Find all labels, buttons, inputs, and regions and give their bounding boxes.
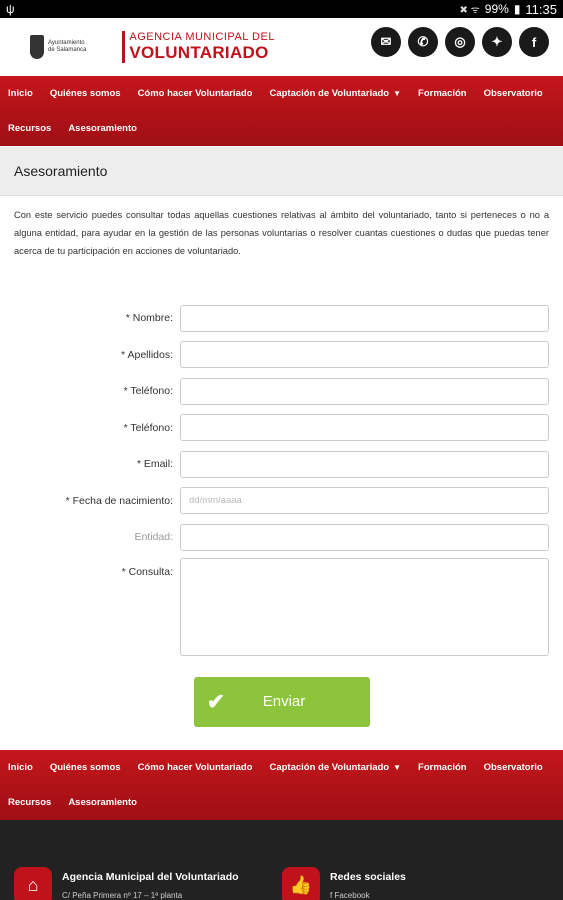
battery-icon: ▮ [513,2,521,16]
nav-formacion[interactable]: Formación [418,88,467,99]
nav-recursos[interactable]: Recursos [8,123,51,134]
footer-nav-como-hacer-voluntariado[interactable]: Cómo hacer Voluntariado [138,762,253,773]
email-label: * Email: [136,458,173,471]
footer-social-block: 👍 Redes sociales f Facebook [282,866,406,900]
status-icons: ✖ ᯤ [459,5,480,16]
usb-icon: ψ [6,2,15,16]
battery-level: 99% [484,2,509,16]
site-header: Ayuntamiento de Salamanca Agencia Munici… [0,18,563,76]
ayto-line1: Ayuntamiento [48,40,85,46]
nav-inicio[interactable]: Inicio [8,88,33,99]
nombre-input[interactable] [180,304,549,332]
nav-captacion-label: Captación de Voluntariado [269,88,390,99]
whatsapp-icon[interactable]: ◎ [445,27,475,57]
status-bar: ψ ✖ ᯤ 99% ▮ 11:35 [0,0,563,18]
footer-nav-recursos[interactable]: Recursos [8,797,51,808]
consulta-textarea[interactable] [180,557,549,656]
footer-nav-observatorio[interactable]: Observatorio [484,762,543,773]
footer-social-title: Redes sociales [330,870,406,883]
apellidos-input[interactable] [180,341,549,369]
fecha-nacimiento-label: * Fecha de nacimiento: [65,494,173,507]
footer-nav-inicio[interactable]: Inicio [8,762,33,773]
ayto-line2: de Salamanca [48,47,87,53]
nav-quienes-somos[interactable]: Quiénes somos [50,88,121,99]
facebook-icon[interactable]: f [519,27,549,57]
contact-form: * Nombre: * Apellidos: * Teléfono: * Tel… [0,300,563,727]
entidad-label: Entidad: [134,531,173,544]
agency-logo-top: Agencia Municipal del [129,31,275,43]
telefono2-label: * Teléfono: [123,421,173,434]
footer-nav-formacion[interactable]: Formación [418,762,467,773]
page-title: Asesoramiento [14,163,108,179]
shield-icon [30,35,44,59]
intro-text: Con este servicio puedes consultar todas… [14,210,549,256]
nav-asesoramiento[interactable]: Asesoramiento [68,123,137,134]
twitter-icon[interactable]: ✦ [482,27,512,57]
ayuntamiento-logo[interactable]: Ayuntamiento de Salamanca [30,35,86,59]
main-nav: Inicio Quiénes somos Cómo hacer Voluntar… [0,76,563,146]
nav-captacion-voluntariado[interactable]: Captación de Voluntariado ▼ [269,88,401,99]
phone-icon[interactable]: ✆ [408,27,438,57]
nav-observatorio[interactable]: Observatorio [484,88,543,99]
footer-agency-title: Agencia Municipal del Voluntariado [62,870,239,883]
chevron-down-icon: ▼ [393,89,402,98]
home-icon: ⌂ [14,866,52,900]
chevron-down-icon: ▼ [393,762,402,772]
entidad-input[interactable] [180,523,549,551]
nav-como-hacer-voluntariado[interactable]: Cómo hacer Voluntariado [138,88,253,99]
footer-facebook-link[interactable]: f Facebook [330,891,406,900]
footer-agency-block: ⌂ Agencia Municipal del Voluntariado C/ … [14,866,239,900]
email-input[interactable] [180,450,549,478]
site-footer: ⌂ Agencia Municipal del Voluntariado C/ … [0,819,563,900]
check-icon: ✔ [206,688,226,714]
footer-nav-asesoramiento[interactable]: Asesoramiento [68,797,137,808]
telefono-label: * Teléfono: [123,385,173,398]
apellidos-label: * Apellidos: [121,348,173,361]
clock: 11:35 [525,1,557,17]
enviar-button[interactable]: ✔ Enviar [194,676,370,727]
consulta-label: * Consulta: [121,565,173,578]
footer-agency-address: C/ Peña Primera nº 17 – 1ª planta [62,890,183,900]
footer-nav-captacion-label: Captación de Voluntariado [269,761,390,773]
social-links: ✉ ✆ ◎ ✦ f [371,27,549,57]
email-icon[interactable]: ✉ [371,27,401,57]
agency-logo-main: VOLUNTARIADO [129,43,269,62]
footer-nav: Inicio Quiénes somos Cómo hacer Voluntar… [0,749,563,820]
fecha-nacimiento-input[interactable]: dd/mm/aaaa [180,487,549,515]
enviar-label: Enviar [262,693,306,710]
footer-nav-quienes-somos[interactable]: Quiénes somos [50,762,121,773]
footer-nav-captacion-voluntariado[interactable]: Captación de Voluntariado ▼ [269,762,401,773]
telefono-input[interactable] [180,377,549,405]
page-title-bar: Asesoramiento [0,147,563,196]
agency-logo[interactable]: Agencia Municipal del VOLUNTARIADO [122,31,275,63]
telefono2-input[interactable] [180,414,549,442]
footer-facebook-label: Facebook [334,890,370,900]
nombre-label: * Nombre: [125,312,173,325]
thumbs-up-icon: 👍 [282,866,320,900]
